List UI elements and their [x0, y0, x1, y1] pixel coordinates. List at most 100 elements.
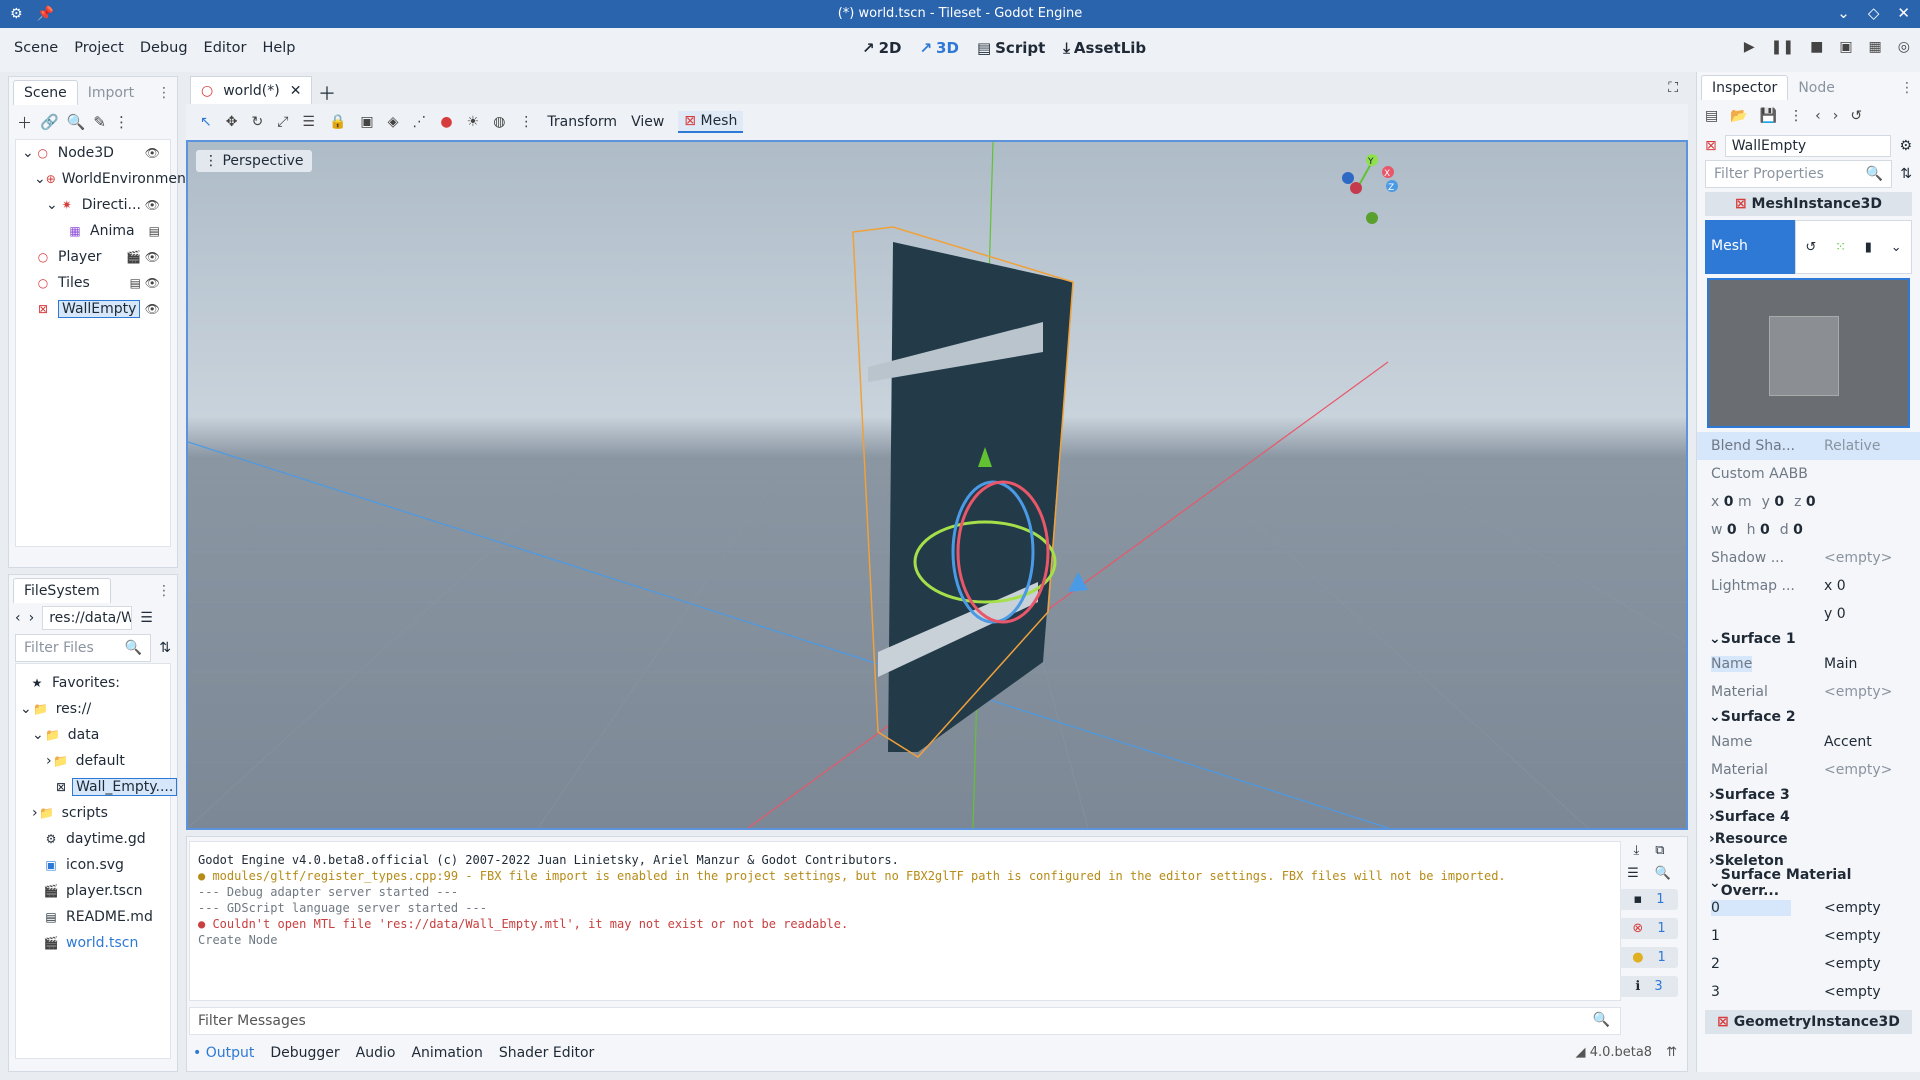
list-item[interactable]: ★ Favorites:: [16, 670, 170, 696]
mode-script-button[interactable]: ▤ Script: [977, 39, 1045, 57]
forward-icon[interactable]: ›: [29, 610, 35, 626]
mode-2d-button[interactable]: ↗ 2D: [862, 39, 901, 57]
surface-1-material-picker[interactable]: <empty>: [1824, 684, 1912, 700]
surface-1-section[interactable]: ⌄ Surface 1: [1697, 628, 1920, 650]
visibility-eye-icon[interactable]: 👁: [145, 198, 160, 212]
list-item[interactable]: ⌄ 📁 res://: [16, 696, 170, 722]
shadow-value[interactable]: <empty>: [1824, 550, 1912, 566]
section-meshinstance3d[interactable]: ⊠ MeshInstance3D: [1705, 192, 1912, 216]
visibility-eye-icon[interactable]: 👁: [145, 146, 160, 160]
blend-shape-select[interactable]: Relative: [1824, 438, 1912, 454]
camera-preview-icon[interactable]: ●: [440, 114, 452, 130]
orient-neg-z-handle[interactable]: [1342, 172, 1354, 184]
list-item-selected[interactable]: ⊠ Wall_Empty....: [16, 774, 178, 800]
mode-assetlib-button[interactable]: ⤓ AssetLib: [1063, 39, 1146, 57]
message-count-toggle[interactable]: ▪ 1: [1620, 889, 1678, 910]
surface-1-name-field[interactable]: Main: [1824, 656, 1912, 672]
error-count-toggle[interactable]: ⊗ 1: [1620, 918, 1678, 939]
open-folder-icon[interactable]: 📂: [1730, 108, 1747, 124]
tree-node[interactable]: ⌄ ○ Node3D 👁: [16, 140, 170, 166]
menu-scene[interactable]: Scene: [6, 40, 66, 56]
more-icon[interactable]: ⋮: [1789, 108, 1803, 124]
tab-import[interactable]: Import: [78, 81, 144, 105]
tab-node[interactable]: Node: [1788, 76, 1845, 100]
visibility-eye-icon[interactable]: ▤ 👁: [130, 276, 160, 290]
tree-node[interactable]: ▦ Anima ▤: [16, 218, 170, 244]
chevron-down-icon[interactable]: ⌄: [1891, 240, 1902, 255]
mode-3d-button[interactable]: ↗ 3D: [919, 39, 958, 57]
tab-animation[interactable]: Animation: [411, 1045, 482, 1061]
new-tab-icon[interactable]: ＋: [318, 80, 336, 106]
menu-help[interactable]: Help: [254, 40, 303, 56]
snap-icon[interactable]: ⋰: [412, 114, 426, 130]
object-selector[interactable]: WallEmpty: [1724, 135, 1892, 157]
chevron-down-icon[interactable]: ⌄: [20, 701, 32, 717]
inspector-menu-icon[interactable]: ⋮: [1894, 76, 1920, 100]
copy-icon[interactable]: ⧉: [1655, 843, 1664, 858]
list-item[interactable]: › 📁 default: [16, 748, 170, 774]
close-icon[interactable]: ✕: [1897, 4, 1910, 22]
more-icon[interactable]: ⋮: [519, 114, 533, 130]
search-icon[interactable]: 🔍: [1655, 866, 1671, 881]
tab-scene[interactable]: Scene: [13, 80, 78, 105]
history-icon[interactable]: ↺: [1850, 108, 1862, 124]
scale-tool-icon[interactable]: ⤢: [277, 114, 288, 130]
list-item[interactable]: › 📁 scripts: [16, 800, 170, 826]
attach-script-icon[interactable]: ✎: [93, 113, 106, 131]
sun-icon[interactable]: ☀: [467, 114, 480, 130]
collapse-icon[interactable]: ☰: [1627, 866, 1639, 881]
surface-2-name-field[interactable]: Accent: [1824, 734, 1912, 750]
close-tab-icon[interactable]: ✕: [290, 83, 302, 99]
link-icon[interactable]: 🔗: [40, 113, 59, 131]
menu-project[interactable]: Project: [66, 40, 132, 56]
view-menu[interactable]: View: [631, 114, 664, 130]
surface-overrides-section[interactable]: ⌄ Surface Material Overr...: [1697, 867, 1920, 899]
info-count-toggle[interactable]: ℹ3: [1620, 976, 1678, 997]
chevron-down-icon[interactable]: ⌄: [22, 145, 34, 161]
add-icon[interactable]: ⁙: [1835, 240, 1846, 255]
surface-2-section[interactable]: ⌄ Surface 2: [1697, 706, 1920, 728]
visibility-eye-icon[interactable]: 👁: [145, 302, 160, 316]
aabb-w-field[interactable]: w 0: [1711, 522, 1737, 538]
filter-files-input[interactable]: Filter Files 🔍: [15, 634, 152, 662]
back-icon[interactable]: ‹: [15, 610, 21, 626]
tab-world[interactable]: ○ world(*) ✕: [190, 76, 313, 104]
list-item[interactable]: ▣ icon.svg: [16, 852, 170, 878]
history-forward-icon[interactable]: ›: [1833, 108, 1839, 124]
list-select-icon[interactable]: ☰: [302, 114, 315, 130]
tab-audio[interactable]: Audio: [356, 1045, 396, 1061]
tab-inspector[interactable]: Inspector: [1701, 75, 1789, 100]
new-resource-icon[interactable]: ▤: [1705, 108, 1718, 124]
stop-icon[interactable]: ■: [1810, 39, 1823, 55]
filter-properties-input[interactable]: Filter Properties 🔍: [1705, 160, 1893, 188]
add-node-icon[interactable]: ＋: [17, 112, 32, 133]
perspective-menu[interactable]: ⋮ Perspective: [196, 150, 312, 172]
override-value[interactable]: <empty: [1824, 928, 1912, 944]
chevron-down-icon[interactable]: ⌄: [32, 727, 44, 743]
distraction-free-icon[interactable]: ⛶: [1668, 80, 1678, 96]
surface-3-section[interactable]: › Surface 3: [1697, 784, 1920, 806]
mesh-resource-picker[interactable]: ↺ ⁙ ▮ ⌄: [1795, 220, 1912, 274]
tab-filesystem[interactable]: FileSystem: [13, 578, 111, 603]
aabb-h-field[interactable]: h 0: [1747, 522, 1770, 538]
history-back-icon[interactable]: ‹: [1815, 108, 1821, 124]
object-settings-icon[interactable]: ⚙: [1899, 138, 1912, 154]
warning-count-toggle[interactable]: ● 1: [1620, 947, 1678, 968]
transform-menu[interactable]: Transform: [547, 114, 617, 130]
lock-icon[interactable]: 🔒: [329, 114, 346, 130]
chevron-down-icon[interactable]: ⌄: [34, 171, 46, 187]
rotate-tool-icon[interactable]: ↻: [251, 114, 263, 130]
3d-viewport[interactable]: Y X Z ⋮ Perspective: [186, 140, 1688, 830]
pin-bottom-icon[interactable]: ⇈: [1666, 1045, 1677, 1060]
resource-section[interactable]: › Resource: [1697, 828, 1920, 850]
list-item[interactable]: ⌄ 📁 data: [16, 722, 170, 748]
path-field[interactable]: res://data/W: [42, 606, 133, 630]
menu-debug[interactable]: Debug: [132, 40, 196, 56]
play-scene-icon[interactable]: ▣: [1839, 39, 1852, 55]
visibility-eye-icon[interactable]: 🎬 👁: [126, 250, 160, 264]
aabb-d-field[interactable]: d 0: [1780, 522, 1803, 538]
movie-maker-icon[interactable]: ◎: [1898, 39, 1910, 55]
aabb-y-field[interactable]: y 0: [1762, 494, 1785, 510]
pin-icon[interactable]: 📌: [37, 6, 54, 22]
filesystem-menu-icon[interactable]: ⋮: [151, 579, 177, 603]
